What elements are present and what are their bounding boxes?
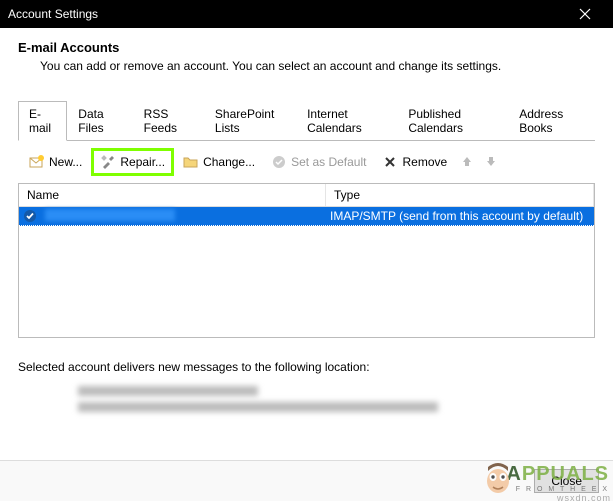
remove-label: Remove	[402, 155, 447, 169]
account-type-cell: IMAP/SMTP (send from this account by def…	[326, 209, 594, 223]
set-default-button: Set as Default	[264, 150, 373, 174]
repair-button[interactable]: Repair...	[91, 148, 174, 176]
move-down-button	[480, 153, 502, 172]
folder-change-icon	[183, 154, 199, 170]
new-label: New...	[49, 155, 82, 169]
delivery-location-text: Selected account delivers new messages t…	[18, 360, 595, 374]
remove-button[interactable]: Remove	[375, 150, 454, 174]
column-header-type[interactable]: Type	[326, 184, 594, 206]
accounts-grid: Name Type IMAP/SMTP (send from this acco…	[18, 183, 595, 338]
close-icon	[579, 8, 591, 20]
tab-email[interactable]: E-mail	[18, 101, 67, 141]
tools-icon	[100, 154, 116, 170]
arrow-up-icon	[461, 155, 473, 167]
tab-rss-feeds[interactable]: RSS Feeds	[133, 101, 204, 140]
close-button[interactable]: Close	[534, 469, 599, 493]
account-row[interactable]: IMAP/SMTP (send from this account by def…	[19, 207, 594, 226]
dialog-footer: Close	[0, 460, 613, 501]
check-circle-icon	[271, 154, 287, 170]
toolbar: New... Repair... Change... Set as Defaul…	[18, 141, 595, 183]
change-label: Change...	[203, 155, 255, 169]
delivery-location-value	[18, 386, 595, 412]
move-up-button	[456, 153, 478, 172]
envelope-new-icon	[29, 154, 45, 170]
watermark-site: wsxdn.com	[557, 493, 611, 503]
tab-internet-calendars[interactable]: Internet Calendars	[296, 101, 397, 140]
redacted-account-name	[45, 209, 175, 221]
page-title: E-mail Accounts	[18, 40, 595, 55]
arrow-down-icon	[485, 155, 497, 167]
repair-label: Repair...	[120, 155, 165, 169]
default-check-icon	[19, 209, 41, 223]
redacted-line	[78, 386, 258, 396]
page-subtitle: You can add or remove an account. You ca…	[18, 59, 595, 73]
tab-address-books[interactable]: Address Books	[508, 101, 595, 140]
account-name-cell	[41, 209, 326, 224]
close-window-button[interactable]	[565, 0, 605, 28]
column-header-name[interactable]: Name	[19, 184, 326, 206]
remove-x-icon	[382, 154, 398, 170]
redacted-line	[78, 402, 438, 412]
change-button[interactable]: Change...	[176, 150, 262, 174]
titlebar: Account Settings	[0, 0, 613, 28]
new-button[interactable]: New...	[22, 150, 89, 174]
window-title: Account Settings	[8, 7, 565, 21]
tab-published-calendars[interactable]: Published Calendars	[397, 101, 508, 140]
tab-data-files[interactable]: Data Files	[67, 101, 132, 140]
tab-strip: E-mail Data Files RSS Feeds SharePoint L…	[18, 101, 595, 141]
set-default-label: Set as Default	[291, 155, 366, 169]
grid-header: Name Type	[19, 184, 594, 207]
tab-sharepoint-lists[interactable]: SharePoint Lists	[204, 101, 296, 140]
